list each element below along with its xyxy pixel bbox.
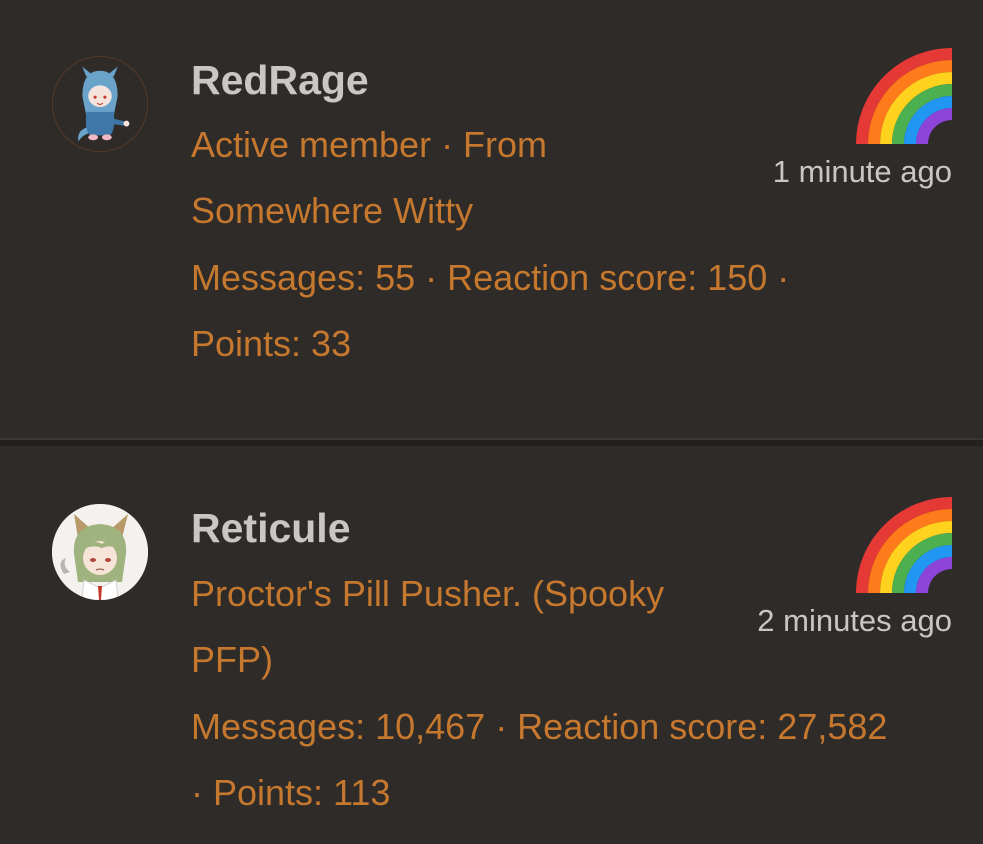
post-time[interactable]: 2 minutes ago <box>757 603 952 639</box>
post-item: Reticule Proctor's Pill Pusher. (Spooky … <box>0 446 983 844</box>
post-divider <box>0 438 983 446</box>
user-stats-line: Messages: 55 · Reaction score: 150 · <box>191 257 790 298</box>
user-stats-line: Messages: 10,467 · Reaction score: 27,58… <box>191 706 888 747</box>
avatar-blue-hood-image <box>53 57 147 151</box>
user-stats-line: · Points: 113 <box>191 772 391 813</box>
rainbow-icon <box>856 497 952 593</box>
rainbow-icon <box>856 48 952 144</box>
user-title-line: Active member · From <box>191 124 548 165</box>
username-link[interactable]: Reticule <box>191 504 351 552</box>
post-item: RedRage Active member · From Somewhere W… <box>0 0 983 438</box>
user-title-line: Proctor's Pill Pusher. (Spooky <box>191 573 665 614</box>
avatar-green-hair-image <box>52 504 148 600</box>
user-avatar[interactable] <box>52 56 148 152</box>
username-link[interactable]: RedRage <box>191 56 369 104</box>
user-title-line: Somewhere Witty <box>191 190 474 231</box>
user-title-line: PFP) <box>191 639 274 680</box>
user-stats-line: Points: 33 <box>191 323 352 364</box>
post-time[interactable]: 1 minute ago <box>773 154 952 190</box>
user-avatar[interactable] <box>52 504 148 600</box>
